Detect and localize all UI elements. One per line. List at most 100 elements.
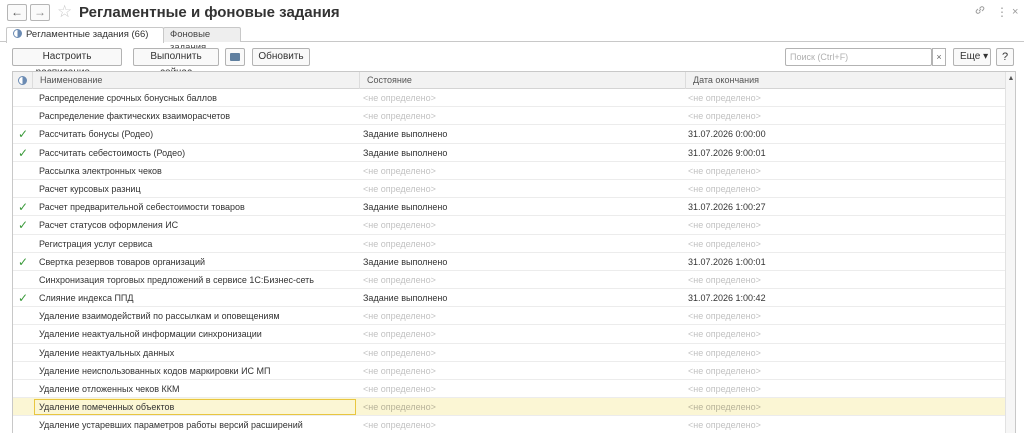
job-name-cell[interactable]: Удаление неактуальной информации синхрон… [39, 325, 359, 343]
job-state-cell: <не определено> [363, 111, 436, 122]
status-cell [13, 180, 33, 198]
search-input[interactable]: Поиск (Ctrl+F) [785, 48, 932, 66]
job-state-cell: Задание выполнено [363, 202, 448, 213]
table-row[interactable]: ✓ Расчет статусов оформления ИС <не опреде… [13, 216, 1005, 235]
job-state-cell: <не определено> [363, 329, 436, 340]
table-row[interactable]: Синхронизация торговых предложений в сер… [13, 271, 1005, 290]
card-button[interactable] [225, 48, 245, 66]
table-row[interactable]: ✓ Рассчитать бонусы (Родео) Задание выполн… [13, 125, 1005, 144]
close-icon[interactable]: × [1012, 4, 1018, 20]
table-row[interactable]: Распределение срочных бонусных баллов <не… [13, 89, 1005, 108]
job-end-date-cell: <не определено> [688, 384, 761, 394]
table-row[interactable]: Удаление неактуальных данных <не определе… [13, 344, 1005, 362]
job-name-cell[interactable]: Удаление устаревших параметров работы ве… [39, 416, 359, 433]
job-state-cell: <не определено> [363, 384, 436, 394]
job-name-cell[interactable]: Расчет предварительной себестоимости тов… [39, 198, 359, 216]
status-cell [13, 107, 33, 125]
card-icon [230, 53, 240, 61]
table-row[interactable]: Удаление устаревших параметров работы ве… [13, 416, 1005, 433]
job-name-cell[interactable]: Распределение фактических взаиморасчетов [39, 107, 359, 125]
job-end-date-cell: <не определено> [688, 402, 761, 413]
table-row[interactable]: Регистрация услуг сервиса <не определено>… [13, 235, 1005, 253]
help-button[interactable]: ? [996, 48, 1014, 66]
job-name-cell[interactable]: Распределение срочных бонусных баллов [39, 89, 359, 107]
job-end-date-cell: <не определено> [688, 365, 761, 376]
table-row[interactable]: Удаление неиспользованных кодов маркиров… [13, 362, 1005, 380]
forward-arrow-icon[interactable]: → [30, 4, 50, 21]
table-row[interactable]: ✓ Рассчитать себестоимость (Родео) Задание… [13, 144, 1005, 162]
job-state-cell: <не определено> [363, 165, 436, 176]
name-column-header[interactable]: Наименование [33, 72, 360, 89]
configure-schedule-button[interactable]: Настроить расписание... [12, 48, 122, 78]
table-row[interactable]: Рассылка электронных чеков <не определено… [13, 162, 1005, 180]
job-name-cell[interactable]: Синхронизация торговых предложений в сер… [39, 271, 359, 289]
job-state-cell: <не определено> [363, 311, 436, 322]
favorite-star-icon[interactable]: ☆ [57, 2, 72, 22]
check-mark-icon: ✓ [17, 200, 29, 215]
status-cell [13, 416, 33, 433]
job-state-cell: <не определено> [363, 365, 436, 376]
table-row[interactable]: Распределение фактических взаиморасчетов… [13, 107, 1005, 126]
job-name-cell[interactable]: Свертка резервов товаров организаций [39, 253, 359, 271]
job-name-cell[interactable]: Рассчитать бонусы (Родео) [39, 125, 359, 143]
job-state-cell: Задание выполнено [363, 256, 448, 267]
table-row[interactable]: ✓ Расчет предварительной себестоимости то… [13, 198, 1005, 217]
job-end-date-cell: <не определено> [688, 329, 761, 340]
tab-bar: Регламентные задания (66) Фоновые задани… [0, 26, 1024, 53]
table-row[interactable]: Расчет курсовых разниц <не определено> <не… [13, 180, 1005, 199]
job-name-cell[interactable]: Удаление взаимодействий по рассылкам и о… [39, 307, 359, 325]
job-end-date-cell: 31.07.2026 0:00:00 [688, 129, 766, 140]
job-name-cell[interactable]: Удаление помеченных объектов [34, 399, 356, 416]
job-end-date-cell: <не определено> [688, 165, 761, 176]
job-name-cell[interactable]: Слияние индекса ППД [39, 289, 359, 307]
run-now-button[interactable]: Выполнить сейчас [133, 48, 219, 78]
table-header: Наименование Состояние Дата окончания [13, 72, 1005, 89]
tab-scheduled-jobs[interactable]: Регламентные задания (66) [6, 27, 164, 43]
more-button[interactable]: Еще ▾ [953, 48, 991, 66]
table-row[interactable]: Удаление отложенных чеков ККМ <не определ… [13, 380, 1005, 399]
job-end-date-cell: <не определено> [688, 420, 761, 431]
job-state-cell: <не определено> [363, 220, 436, 231]
job-end-date-cell: <не определено> [688, 111, 761, 122]
refresh-button[interactable]: Обновить [252, 48, 310, 66]
clock-icon [18, 76, 27, 85]
status-cell [13, 235, 33, 253]
job-name-cell[interactable]: Регистрация услуг сервиса [39, 235, 359, 253]
job-name-cell[interactable]: Расчет курсовых разниц [39, 180, 359, 198]
back-arrow-icon[interactable]: ← [7, 4, 27, 21]
table-row[interactable]: ✓ Свертка резервов товаров организаций Зад… [13, 253, 1005, 271]
tab-background-jobs[interactable]: Фоновые задания [163, 27, 241, 53]
job-name-cell[interactable]: Удаление неиспользованных кодов маркиров… [39, 362, 359, 380]
table-row[interactable]: Удаление взаимодействий по рассылкам и о… [13, 307, 1005, 326]
table-row[interactable]: Удаление помеченных объектов <не определе… [13, 398, 1005, 417]
status-cell [13, 362, 33, 380]
link-icon[interactable] [974, 4, 986, 20]
end-date-column-header[interactable]: Дата окончания [686, 72, 1005, 89]
check-mark-icon: ✓ [17, 254, 29, 269]
status-cell [13, 162, 33, 180]
job-state-cell: <не определено> [363, 274, 436, 285]
job-state-cell: <не определено> [363, 183, 436, 194]
scroll-up-icon[interactable]: ▲ [1006, 74, 1015, 84]
status-column-header[interactable] [13, 72, 33, 89]
jobs-table: Наименование Состояние Дата окончания Ра… [12, 71, 1016, 433]
state-column-header[interactable]: Состояние [360, 72, 686, 89]
vertical-scrollbar[interactable]: ▲ [1005, 72, 1015, 433]
table-row[interactable]: ✓ Слияние индекса ППД Задание выполнено 31.… [13, 289, 1005, 308]
job-name-cell[interactable]: Удаление неактуальных данных [39, 344, 359, 362]
table-row[interactable]: Удаление неактуальной информации синхрон… [13, 325, 1005, 344]
search-clear-icon[interactable]: × [932, 48, 946, 66]
job-name-cell[interactable]: Рассчитать себестоимость (Родео) [39, 144, 359, 162]
status-cell [13, 307, 33, 325]
clock-icon [13, 29, 22, 38]
job-end-date-cell: 31.07.2026 9:00:01 [688, 147, 766, 158]
more-icon[interactable]: ⋮ [996, 4, 1008, 20]
check-mark-icon: ✓ [17, 127, 29, 142]
job-name-cell[interactable]: Удаление отложенных чеков ККМ [39, 380, 359, 398]
job-name-cell[interactable]: Рассылка электронных чеков [39, 162, 359, 180]
status-cell [13, 380, 33, 398]
job-end-date-cell: 31.07.2026 1:00:27 [688, 202, 766, 213]
status-cell [13, 89, 33, 107]
job-end-date-cell: <не определено> [688, 347, 761, 358]
job-name-cell[interactable]: Расчет статусов оформления ИС [39, 216, 359, 234]
